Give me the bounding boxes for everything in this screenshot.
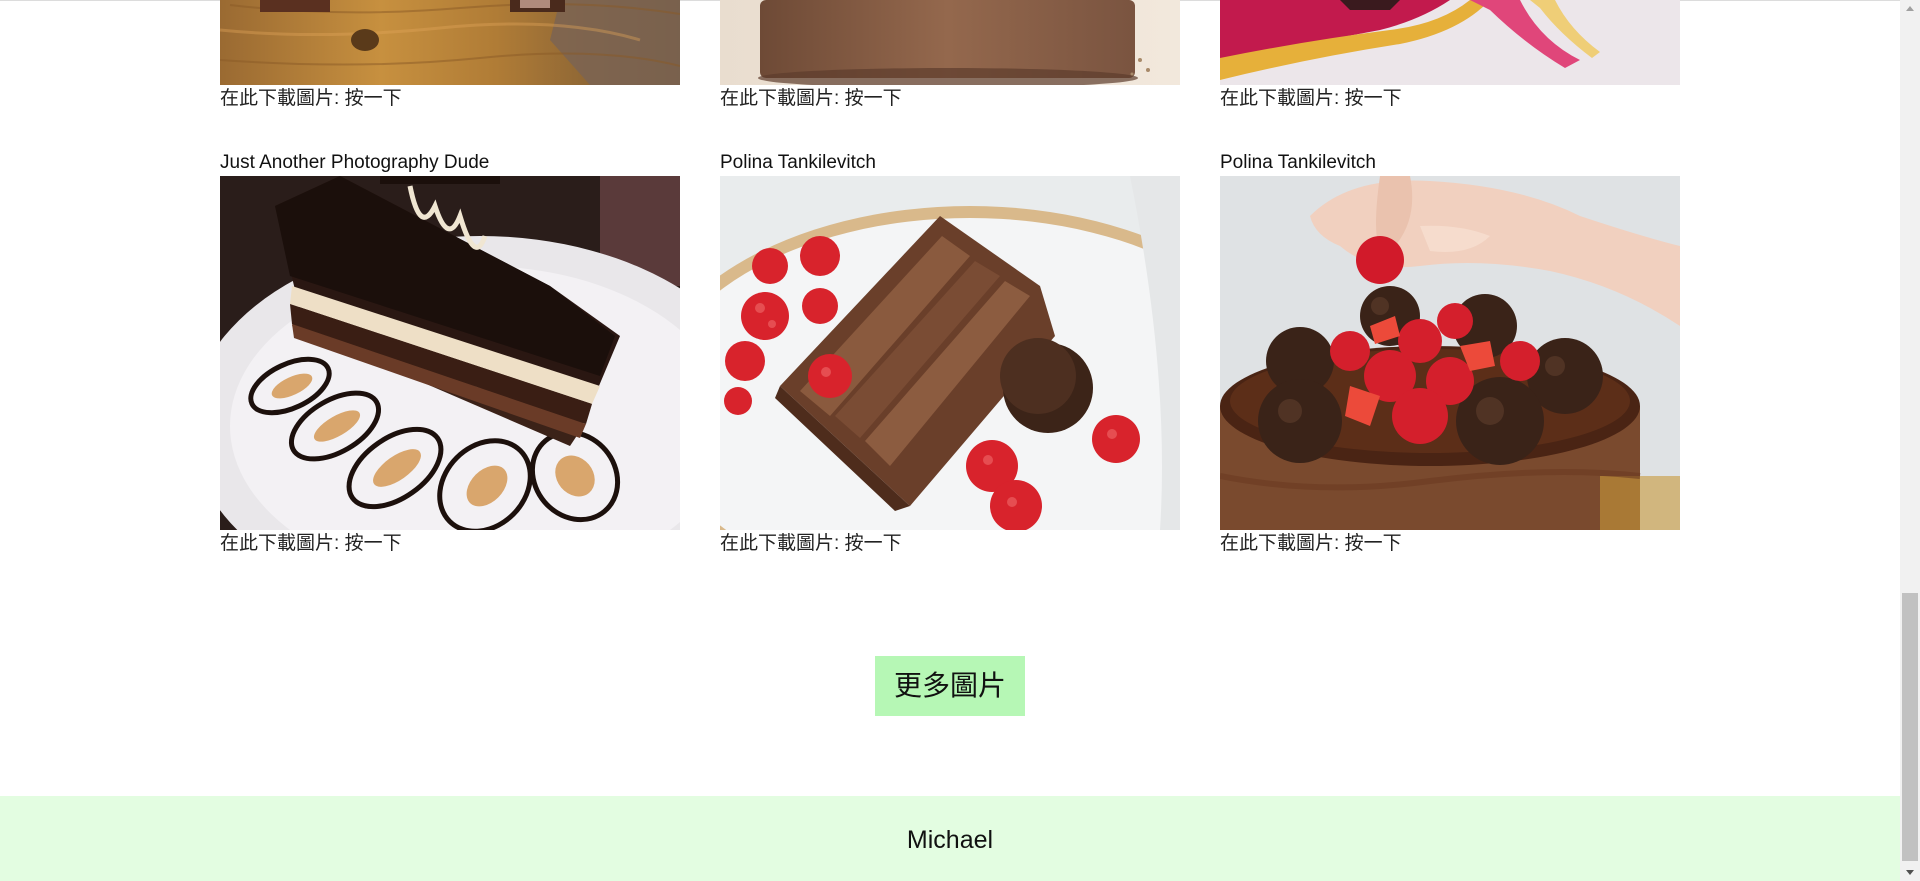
download-link[interactable]: 按一下 (845, 88, 902, 109)
download-line: 在此下載圖片: 按一下 (720, 88, 902, 110)
photo-author: Just Another Photography Dude (220, 152, 490, 173)
photo-ribbon-cupcake[interactable] (1220, 0, 1680, 85)
download-link[interactable]: 按一下 (845, 533, 902, 554)
photo-wooden-board-cake[interactable] (220, 0, 680, 85)
download-label: 在此下載圖片: (1220, 88, 1345, 109)
download-line: 在此下載圖片: 按一下 (220, 533, 402, 555)
footer: Michael (0, 796, 1900, 881)
gallery-content: 在此下載圖片: 按一下 在此下載圖片: 按一下 在此下載圖片: 按一下 Just… (0, 0, 1900, 881)
download-label: 在此下載圖片: (220, 88, 345, 109)
download-link[interactable]: 按一下 (345, 88, 402, 109)
download-line: 在此下載圖片: 按一下 (220, 88, 402, 110)
photo-chocolate-cake-raspberries[interactable] (720, 176, 1180, 530)
download-line: 在此下載圖片: 按一下 (1220, 533, 1402, 555)
photo-chocolate-mousse-cake[interactable] (720, 0, 1180, 85)
photo-chocolate-cake-slice[interactable] (220, 176, 680, 530)
download-link[interactable]: 按一下 (1345, 533, 1402, 554)
scrollbar-thumb[interactable] (1902, 593, 1918, 861)
photo-card: 在此下載圖片: 按一下 (1220, 0, 1680, 115)
photo-card: Polina Tankilevitch 在此下載圖片: 按一下 (1220, 152, 1680, 557)
footer-name: Michael (906, 826, 994, 854)
download-line: 在此下載圖片: 按一下 (1220, 88, 1402, 110)
download-link[interactable]: 按一下 (1345, 88, 1402, 109)
photo-card: 在此下載圖片: 按一下 (220, 0, 680, 115)
download-line: 在此下載圖片: 按一下 (720, 533, 902, 555)
more-images-button[interactable]: 更多圖片 (875, 656, 1025, 716)
photo-card: 在此下載圖片: 按一下 (720, 0, 1180, 115)
photo-card: Polina Tankilevitch 在此下載圖片: 按一下 (720, 152, 1180, 557)
download-label: 在此下載圖片: (720, 533, 845, 554)
scroll-up-arrow-icon[interactable] (1900, 0, 1920, 17)
photo-author: Polina Tankilevitch (1220, 152, 1376, 173)
download-label: 在此下載圖片: (1220, 533, 1345, 554)
scroll-down-arrow-icon[interactable] (1900, 864, 1920, 881)
photo-chocolate-cake-truffles[interactable] (1220, 176, 1680, 530)
download-link[interactable]: 按一下 (345, 533, 402, 554)
download-label: 在此下載圖片: (220, 533, 345, 554)
photo-card: Just Another Photography Dude 在此下載圖片: 按一… (220, 152, 680, 557)
photo-author: Polina Tankilevitch (720, 152, 876, 173)
vertical-scrollbar[interactable] (1900, 0, 1920, 881)
download-label: 在此下載圖片: (720, 88, 845, 109)
page: 在此下載圖片: 按一下 在此下載圖片: 按一下 在此下載圖片: 按一下 Just… (0, 0, 1920, 881)
